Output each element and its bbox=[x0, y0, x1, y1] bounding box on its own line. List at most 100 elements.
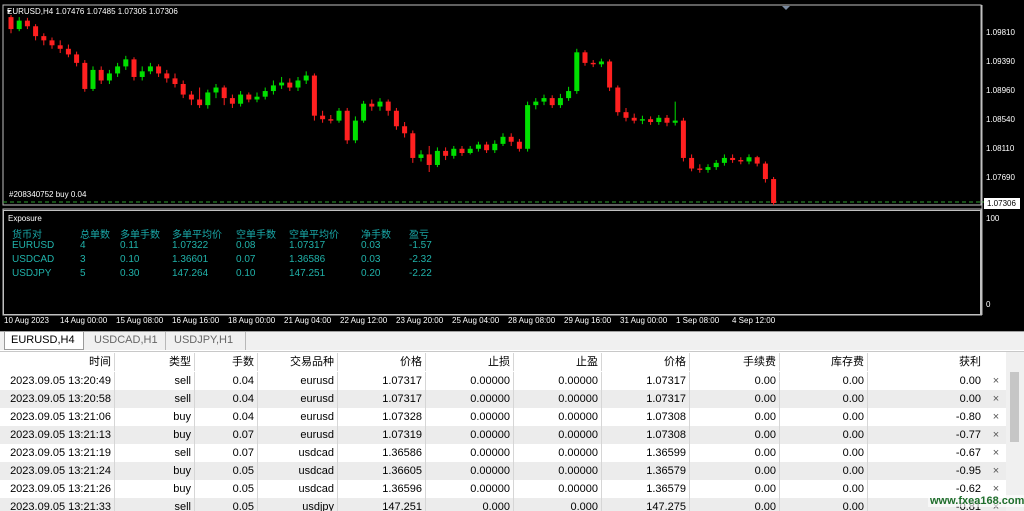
price-tick-label: 1.09390 bbox=[986, 57, 1015, 66]
candle-body bbox=[16, 20, 22, 30]
price-chart[interactable]: EURUSD,H4 1.07476 1.07485 1.07305 1.0730… bbox=[0, 0, 1024, 331]
tab-chart-usdjpy-h1[interactable]: USDJPY,H1 bbox=[168, 332, 246, 350]
table-row[interactable]: 2023.09.05 13:20:49 sell 0.04 eurusd 1.07317… bbox=[0, 372, 1024, 390]
exposure-cell: 147.251 bbox=[289, 268, 326, 279]
candle-body bbox=[730, 157, 736, 161]
exposure-cell: 4 bbox=[80, 240, 86, 251]
table-row[interactable]: 2023.09.05 13:21:24 buy 0.05 usdcad 1.36605 0… bbox=[0, 462, 1024, 480]
grid-cell: buy bbox=[115, 462, 195, 480]
close-icon[interactable]: × bbox=[990, 372, 1002, 390]
grid-cell: 2023.09.05 13:21:13 bbox=[0, 426, 115, 444]
candle-body bbox=[328, 119, 334, 121]
grid-cell: 0.00 bbox=[780, 390, 868, 408]
grid-cell: buy bbox=[115, 426, 195, 444]
grid-cell: 止盈 bbox=[514, 353, 602, 371]
exposure-cell: 1.36586 bbox=[289, 254, 326, 265]
order-label: #208340752 buy 0.04 bbox=[9, 190, 87, 199]
grid-cell: 0.00000 bbox=[426, 408, 514, 426]
candle-body bbox=[664, 117, 670, 123]
exposure-cell: -1.57 bbox=[409, 240, 432, 251]
grid-cell: 0.00 bbox=[690, 498, 780, 511]
grid-cell: 0.05 bbox=[195, 462, 258, 480]
candle-body bbox=[516, 141, 522, 149]
grid-cell: 1.36579 bbox=[602, 462, 690, 480]
candle-body bbox=[65, 48, 71, 55]
candle-body bbox=[418, 154, 424, 158]
candle-body bbox=[311, 75, 317, 116]
close-icon[interactable]: × bbox=[990, 426, 1002, 444]
close-icon[interactable]: × bbox=[990, 462, 1002, 480]
candle-body bbox=[90, 69, 96, 89]
time-tick-label: 22 Aug 12:00 bbox=[340, 316, 388, 325]
grid-cell: 0.00 bbox=[959, 375, 981, 387]
candle-body bbox=[557, 98, 563, 106]
exposure-cell: 0.08 bbox=[236, 240, 256, 251]
grid-cell: 0.00000 bbox=[514, 390, 602, 408]
price-tick-label: 1.08110 bbox=[986, 144, 1015, 153]
grid-cell: -0.95 bbox=[955, 465, 981, 477]
grid-cell: 0.00000 bbox=[426, 390, 514, 408]
grid-cell: 0.04 bbox=[195, 372, 258, 390]
close-icon[interactable]: × bbox=[990, 408, 1002, 426]
table-row[interactable]: 2023.09.05 13:21:33 sell 0.05 usdjpy 147.251… bbox=[0, 498, 1024, 511]
grid-cell: 0.00000 bbox=[426, 480, 514, 498]
candle-body bbox=[303, 75, 309, 81]
candle-body bbox=[115, 66, 121, 74]
grid-cell: 0.00 bbox=[690, 372, 780, 390]
grid-cell: 1.36596 bbox=[338, 480, 426, 498]
scrollbar-thumb[interactable] bbox=[1010, 372, 1019, 442]
exposure-cell: 空单手数 bbox=[236, 230, 276, 241]
grid-cell: usdcad bbox=[258, 444, 338, 462]
time-tick-label: 23 Aug 20:00 bbox=[396, 316, 444, 325]
time-tick-label: 1 Sep 08:00 bbox=[676, 316, 720, 325]
candle-body bbox=[98, 69, 104, 81]
grid-cell: 0.00000 bbox=[514, 444, 602, 462]
candle-body bbox=[369, 103, 375, 107]
grid-cell: 1.36579 bbox=[602, 480, 690, 498]
close-icon[interactable]: × bbox=[990, 444, 1002, 462]
candle-body bbox=[205, 92, 211, 106]
grid-cell: 0.00 bbox=[690, 426, 780, 444]
candle-body bbox=[492, 143, 498, 151]
exposure-cell: 0.10 bbox=[120, 254, 140, 265]
candle-body bbox=[598, 61, 604, 65]
candle-body bbox=[8, 17, 14, 30]
grid-cell: 0.00000 bbox=[514, 462, 602, 480]
grid-cell: 0.00 bbox=[780, 462, 868, 480]
candle-body bbox=[697, 168, 703, 170]
grid-cell: 0.00 bbox=[780, 498, 868, 511]
exposure-cell: 0.03 bbox=[361, 254, 381, 265]
candle-body bbox=[721, 157, 727, 163]
candle-body bbox=[262, 91, 268, 97]
exposure-title: Exposure bbox=[8, 214, 42, 223]
grid-cell: buy bbox=[115, 480, 195, 498]
table-row[interactable]: 2023.09.05 13:21:13 buy 0.07 eurusd 1.07319 0… bbox=[0, 426, 1024, 444]
table-header-row: 时间 类型 手数 交易品种 价格 止损 止盈 价格 手续费 库存费 获利 bbox=[0, 353, 1024, 371]
candle-body bbox=[451, 148, 457, 156]
candle-body bbox=[131, 59, 137, 77]
grid-cell: 库存费 bbox=[780, 353, 868, 371]
grid-cell: 1.07317 bbox=[338, 372, 426, 390]
table-row[interactable]: 2023.09.05 13:21:19 sell 0.07 usdcad 1.36586… bbox=[0, 444, 1024, 462]
table-row[interactable]: 2023.09.05 13:21:06 buy 0.04 eurusd 1.07328 0… bbox=[0, 408, 1024, 426]
candle-body bbox=[41, 36, 47, 41]
grid-cell: -0.67 bbox=[955, 447, 981, 459]
grid-cell: 0.00 bbox=[690, 408, 780, 426]
current-price-tag: 1.07306 bbox=[984, 198, 1020, 209]
exposure-cell: 3 bbox=[80, 254, 86, 265]
chart-tab-bar: EURUSD,H4 USDCAD,H1 USDJPY,H1 bbox=[0, 331, 1024, 350]
table-row[interactable]: 2023.09.05 13:21:26 buy 0.05 usdcad 1.36596 0… bbox=[0, 480, 1024, 498]
main-chart-frame bbox=[2, 4, 982, 206]
grid-cell: 1.36605 bbox=[338, 462, 426, 480]
grid-cell: usdjpy bbox=[258, 498, 338, 511]
tab-chart-eurusd-h4[interactable]: EURUSD,H4 bbox=[4, 332, 84, 350]
tab-chart-usdcad-h1[interactable]: USDCAD,H1 bbox=[88, 332, 166, 350]
candle-body bbox=[344, 110, 350, 141]
time-tick-label: 25 Aug 04:00 bbox=[452, 316, 500, 325]
grid-cell: 时间 bbox=[0, 353, 115, 371]
exposure-cell: 货币对 bbox=[12, 230, 42, 241]
close-icon[interactable]: × bbox=[990, 390, 1002, 408]
table-row[interactable]: 2023.09.05 13:20:58 sell 0.04 eurusd 1.07317… bbox=[0, 390, 1024, 408]
grid-cell: 1.07308 bbox=[602, 408, 690, 426]
grid-cell: 价格 bbox=[602, 353, 690, 371]
